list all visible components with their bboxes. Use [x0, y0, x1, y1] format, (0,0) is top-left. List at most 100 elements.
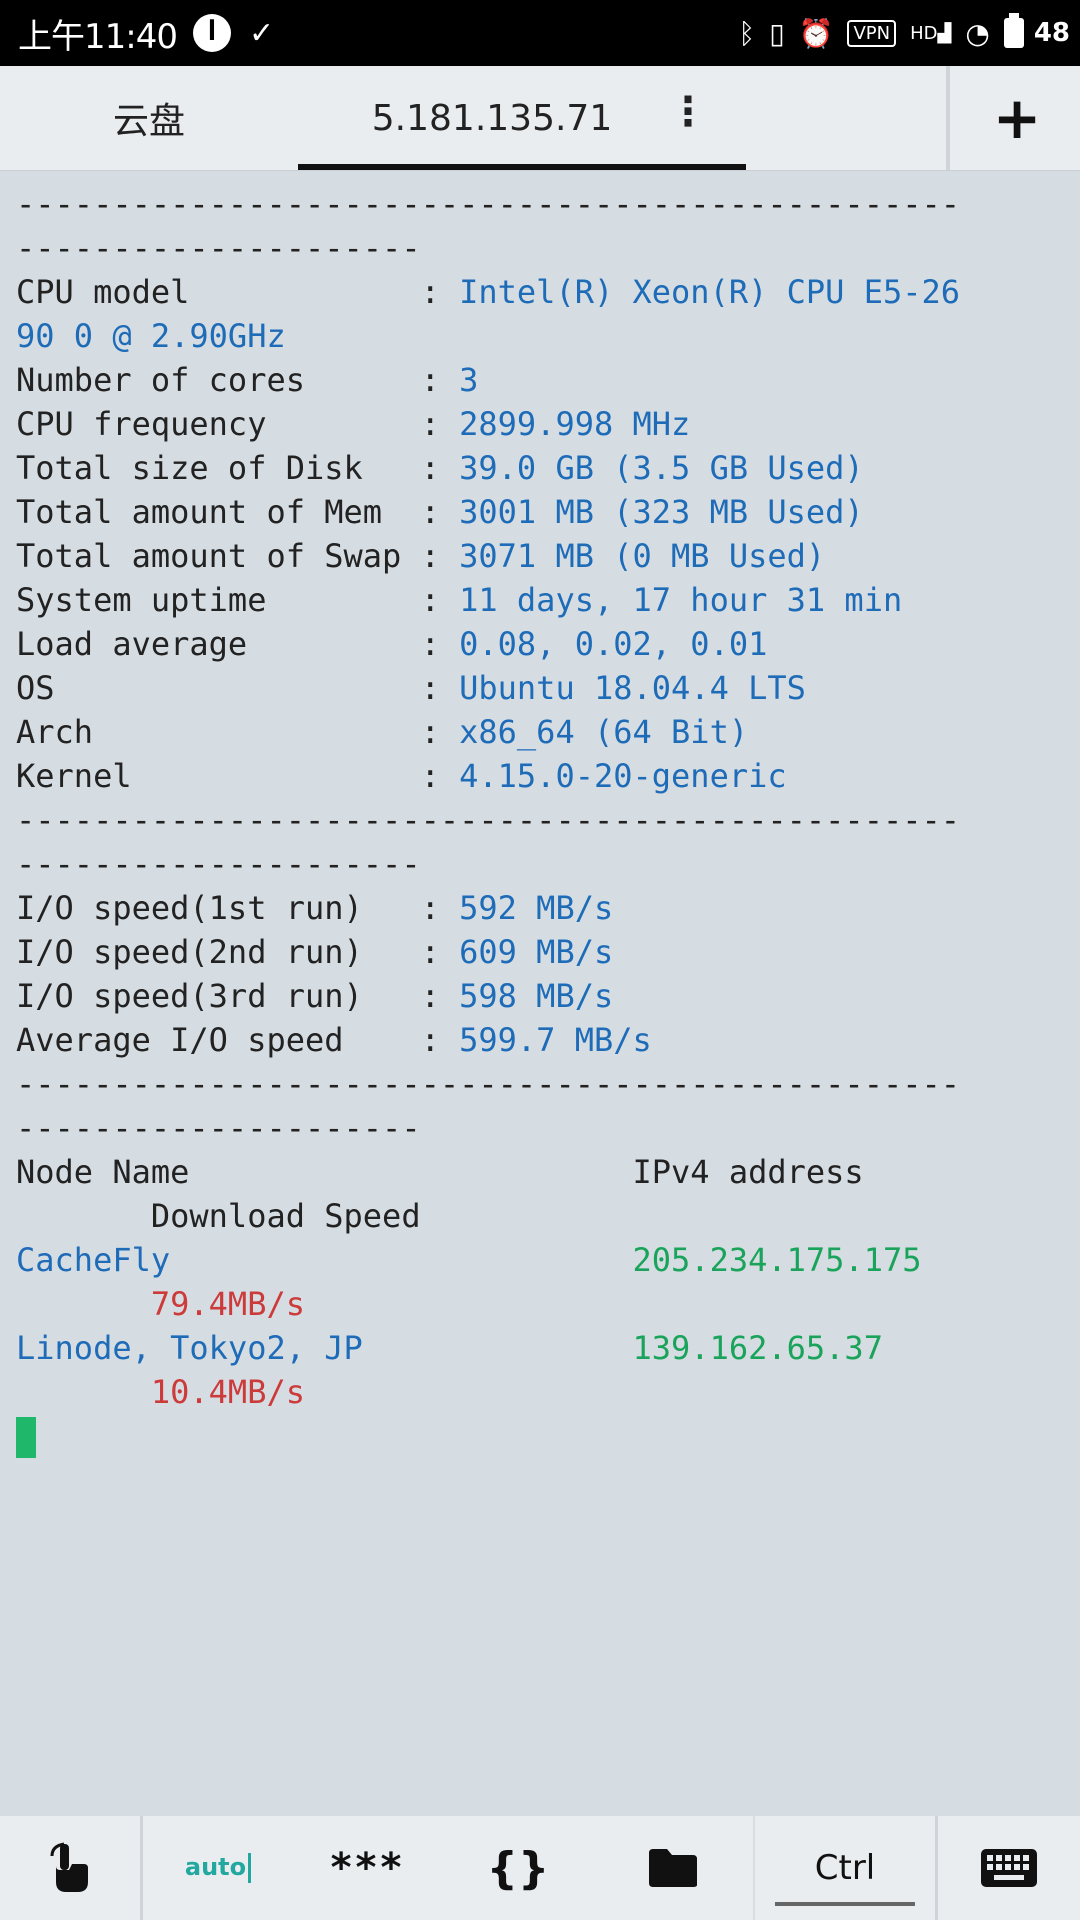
info-value: 3071 MB (0 MB Used): [459, 537, 826, 575]
node-name: Linode, Tokyo2, JP: [16, 1329, 633, 1367]
wifi-icon: ◔: [965, 16, 990, 50]
node-name: CacheFly: [16, 1241, 633, 1279]
info-value: 3001 MB (323 MB Used): [459, 493, 864, 531]
separator-line: ----------------------------------------…: [16, 801, 961, 839]
terminal-cursor: [16, 1417, 36, 1458]
node-ip: 139.162.65.37: [632, 1329, 883, 1367]
node-speed: 10.4MB/s: [16, 1373, 305, 1411]
separator-line: ---------------------: [16, 229, 421, 267]
info-row: Total amount of Swap : 3071 MB (0 MB Use…: [16, 534, 1066, 578]
separator-line: ----------------------------------------…: [16, 185, 961, 223]
folder-icon: [649, 1849, 697, 1887]
active-tab-indicator: [298, 164, 746, 170]
ctrl-indicator: [775, 1902, 915, 1906]
info-row: Arch : x86_64 (64 Bit): [16, 710, 1066, 754]
ctrl-label: Ctrl: [814, 1848, 876, 1888]
signal-hd-icon: HD▟: [910, 22, 952, 44]
password-button[interactable]: ***: [293, 1816, 443, 1920]
io-value: 592 MB/s: [459, 889, 614, 927]
info-label: Number of cores :: [16, 361, 460, 399]
auto-label: auto: [184, 1853, 252, 1883]
tab-cloud[interactable]: 云盘: [0, 66, 298, 170]
info-value: 0.08, 0.02, 0.01: [459, 625, 768, 663]
info-value: 4.15.0-20-generic: [459, 757, 787, 795]
add-tab-button[interactable]: +: [946, 66, 1080, 170]
header-ipv4: IPv4 address: [632, 1153, 864, 1191]
info-label: System uptime :: [16, 581, 460, 619]
battery-icon: [1003, 13, 1024, 48]
info-row: CPU model : Intel(R) Xeon(R) CPU E5-26: [16, 270, 1066, 314]
tab-active-session[interactable]: 5.181.135.71 ⋮: [298, 66, 746, 170]
keyboard-button[interactable]: [938, 1816, 1080, 1920]
hand-pointer-icon: [50, 1842, 88, 1892]
check-notification-icon: ✓: [248, 15, 275, 51]
header-node-name: Node Name: [16, 1153, 633, 1191]
files-button[interactable]: [593, 1816, 753, 1920]
info-value: x86_64 (64 Bit): [459, 713, 749, 751]
node-table-header: Node Name IPv4 address: [16, 1150, 1066, 1194]
info-value: 90 0 @ 2.90GHz: [16, 317, 286, 355]
snippets-button[interactable]: {}: [443, 1816, 593, 1920]
io-row: I/O speed(1st run) : 592 MB/s: [16, 886, 1066, 930]
info-label: Kernel :: [16, 757, 460, 795]
info-row: OS : Ubuntu 18.04.4 LTS: [16, 666, 1066, 710]
info-value: 3: [459, 361, 479, 399]
separator-line: ----------------------------------------…: [16, 1065, 961, 1103]
auto-cursor-bar: [248, 1853, 252, 1883]
info-value: Ubuntu 18.04.4 LTS: [459, 669, 806, 707]
prompt-line: [16, 1414, 1066, 1458]
io-label: I/O speed(2nd run) :: [16, 933, 460, 971]
io-row: Average I/O speed : 599.7 MB/s: [16, 1018, 1066, 1062]
info-value: 2899.998 MHz: [459, 405, 691, 443]
info-label: Total size of Disk :: [16, 449, 460, 487]
session-tab-bar: 云盘 5.181.135.71 ⋮ +: [0, 66, 1080, 171]
io-value: 599.7 MB/s: [459, 1021, 652, 1059]
info-row: System uptime : 11 days, 17 hour 31 min: [16, 578, 1066, 622]
io-label: Average I/O speed :: [16, 1021, 460, 1059]
info-row: Kernel : 4.15.0-20-generic: [16, 754, 1066, 798]
io-row: I/O speed(2nd run) : 609 MB/s: [16, 930, 1066, 974]
info-value: 39.0 GB (3.5 GB Used): [459, 449, 864, 487]
info-label: Total amount of Swap :: [16, 537, 460, 575]
io-value: 609 MB/s: [459, 933, 614, 971]
auto-button[interactable]: auto: [143, 1816, 293, 1920]
info-row: 90 0 @ 2.90GHz: [16, 314, 1066, 358]
node-ip: 205.234.175.175: [632, 1241, 922, 1279]
status-bar: 上午11:40 ꟾ ✓ ᛒ ▯ ⏰ VPN HD▟ ◔ 48: [0, 0, 1080, 66]
header-download-speed: Download Speed: [16, 1197, 421, 1235]
info-row: Total size of Disk : 39.0 GB (3.5 GB Use…: [16, 446, 1066, 490]
bluetooth-icon: ᛒ: [738, 16, 756, 50]
info-value: 11 days, 17 hour 31 min: [459, 581, 903, 619]
vibrate-icon: ▯: [769, 16, 785, 50]
info-value: Intel(R) Xeon(R) CPU E5-26: [459, 273, 961, 311]
alarm-icon: ⏰: [798, 16, 834, 50]
info-label: CPU frequency :: [16, 405, 460, 443]
io-row: I/O speed(3rd run) : 598 MB/s: [16, 974, 1066, 1018]
info-label: OS :: [16, 669, 460, 707]
more-options-icon[interactable]: ⋮: [668, 92, 708, 132]
ctrl-key-button[interactable]: Ctrl: [755, 1816, 935, 1920]
info-row: CPU frequency : 2899.998 MHz: [16, 402, 1066, 446]
info-label: CPU model :: [16, 273, 460, 311]
info-row: Number of cores : 3: [16, 358, 1066, 402]
info-row: Total amount of Mem : 3001 MB (323 MB Us…: [16, 490, 1066, 534]
info-label: Load average :: [16, 625, 460, 663]
separator-line: ---------------------: [16, 1109, 421, 1147]
keyboard-icon: [981, 1849, 1037, 1887]
separator-line: ---------------------: [16, 845, 421, 883]
tab-cloud-label: 云盘: [112, 101, 185, 142]
io-label: I/O speed(1st run) :: [16, 889, 460, 927]
terminal-output[interactable]: --------------------- -------------------…: [16, 182, 1066, 1458]
battery-level: 48: [1033, 18, 1070, 48]
io-label: I/O speed(3rd run) :: [16, 977, 460, 1015]
auto-text: auto: [184, 1853, 247, 1881]
node-row: CacheFly 205.234.175.175: [16, 1238, 1066, 1282]
node-speed: 79.4MB/s: [16, 1285, 305, 1323]
info-label: Total amount of Mem :: [16, 493, 460, 531]
vpn-app-icon: ꟾ: [192, 14, 231, 52]
info-label: Arch :: [16, 713, 460, 751]
status-icons: ᛒ ▯ ⏰ VPN HD▟ ◔ 48: [738, 0, 1070, 66]
bottom-toolbar: auto *** {} Ctrl: [0, 1816, 1080, 1920]
status-time: 上午11:40: [18, 16, 178, 57]
touch-mode-button[interactable]: [0, 1816, 140, 1920]
